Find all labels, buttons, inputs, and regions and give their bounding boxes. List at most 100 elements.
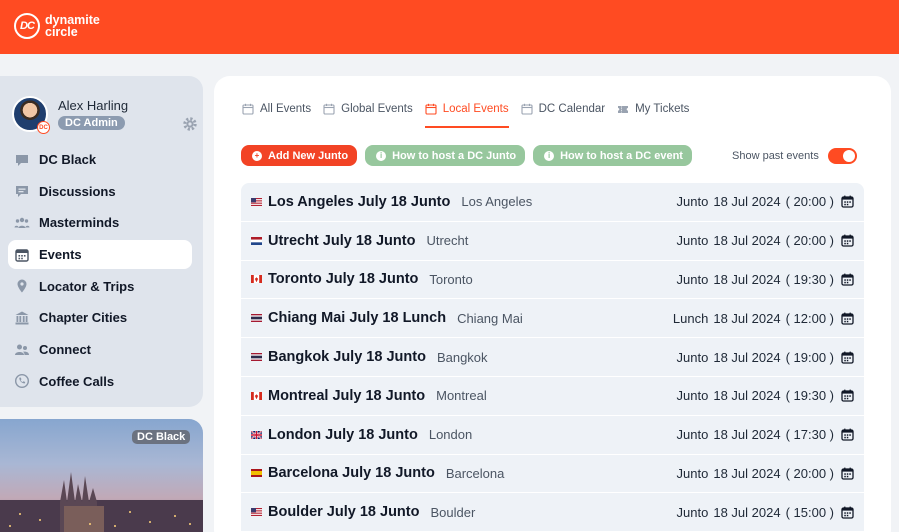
phone-icon [14, 374, 30, 389]
sidebar-item-label: Coffee Calls [39, 373, 115, 389]
event-city: Chiang Mai [457, 310, 523, 326]
event-title[interactable]: Montreal July 18 Junto [268, 388, 425, 404]
event-date: 18 Jul 2024 [713, 194, 781, 210]
logo-text-line2: circle [45, 25, 78, 39]
add-to-calendar-icon[interactable] [841, 234, 854, 247]
add-to-calendar-icon[interactable] [841, 312, 854, 325]
event-row[interactable]: Barcelona July 18 Junto Barcelona Junto 18 … [241, 454, 864, 493]
tab-label: My Tickets [635, 103, 690, 115]
dynamite-circle-logo[interactable]: DC dynamite circle [14, 13, 100, 39]
tab-dc-calendar[interactable]: DC Calendar [521, 94, 605, 128]
event-row[interactable]: Bangkok July 18 Junto Bangkok Junto 18 Jul … [241, 338, 864, 376]
event-row[interactable]: London July 18 Junto London Junto 18 Jul 20… [241, 415, 864, 454]
event-date: 18 Jul 2024 [713, 233, 781, 249]
sidebar-item-dc-black[interactable]: DC Black [8, 145, 192, 174]
sidebar-item-label: Chapter Cities [39, 310, 128, 326]
sidebar-item-label: Masterminds [39, 215, 120, 231]
event-time: ( 19:00 ) [785, 349, 834, 365]
event-city: Toronto [429, 271, 473, 287]
calendar-icon [425, 103, 437, 115]
event-title[interactable]: Bangkok July 18 Junto [268, 349, 426, 365]
dc-black-promo-image[interactable]: DC Black [0, 419, 203, 532]
people-icon [15, 344, 29, 355]
info-icon: i [544, 150, 555, 161]
tab-global-events[interactable]: Global Events [323, 94, 413, 128]
sidebar-item-events[interactable]: Events [8, 240, 192, 270]
tab-all-events[interactable]: All Events [242, 94, 311, 128]
tab-local-events[interactable]: Local Events [424, 94, 509, 128]
flag-nl-icon [251, 236, 262, 245]
sidebar-item-label: DC Black [39, 152, 97, 167]
group-icon [14, 217, 30, 228]
event-title[interactable]: Los Angeles July 18 Junto [268, 194, 450, 210]
add-new-junto-button[interactable]: + Add New Junto [241, 145, 358, 166]
event-row[interactable]: Chiang Mai July 18 Lunch Chiang Mai Lunch 1… [241, 299, 864, 338]
show-past-events-toggle[interactable] [827, 148, 857, 164]
plus-icon: + [252, 150, 262, 161]
event-title[interactable]: Utrecht July 18 Junto [268, 233, 415, 249]
sidebar-item-discussions[interactable]: Discussions [8, 177, 192, 206]
map-pin-icon [17, 279, 27, 293]
add-to-calendar-icon[interactable] [841, 389, 854, 403]
event-date: 18 Jul 2024 [713, 388, 781, 404]
event-type: Junto [676, 427, 709, 443]
tab-label: All Events [260, 103, 312, 115]
flag-ca-icon [251, 275, 262, 284]
sidebar-item-masterminds[interactable]: Masterminds [8, 208, 192, 237]
event-title[interactable]: Barcelona July 18 Junto [268, 465, 435, 481]
button-label: Add New Junto [268, 149, 349, 162]
how-to-host-junto-button[interactable]: i How to host a DC Junto [365, 145, 526, 166]
event-title[interactable]: Chiang Mai July 18 Lunch [268, 310, 446, 326]
event-date: 18 Jul 2024 [713, 504, 781, 520]
sidebar-item-connect[interactable]: Connect [8, 335, 192, 364]
event-title[interactable]: Toronto July 18 Junto [268, 271, 418, 287]
add-to-calendar-icon[interactable] [841, 195, 854, 209]
button-label: How to host a DC Junto [392, 149, 517, 162]
event-type: Junto [676, 194, 709, 210]
event-time: ( 19:30 ) [785, 388, 834, 404]
events-panel: All Events Global Events Local Events DC… [214, 76, 891, 532]
show-past-events-control: Show past events [732, 148, 857, 164]
event-type: Junto [676, 465, 709, 481]
sidebar-item-locator-trips[interactable]: Locator & Trips [8, 272, 192, 301]
flag-gb-icon [251, 430, 262, 439]
event-type: Junto [676, 504, 709, 520]
city-skyline-image [0, 472, 203, 532]
event-date: 18 Jul 2024 [713, 349, 781, 365]
event-time: ( 20:00 ) [785, 233, 834, 249]
flag-es-icon [251, 469, 262, 478]
event-actions: + Add New Junto i How to host a DC Junto… [241, 145, 700, 166]
event-row[interactable]: Toronto July 18 Junto Toronto Junto 18 Jul … [241, 260, 864, 299]
event-type: Junto [676, 271, 709, 287]
calendar-icon [521, 103, 533, 115]
avatar-dc-badge-icon: DC [37, 121, 50, 134]
event-time: ( 20:00 ) [785, 194, 834, 210]
show-past-events-label: Show past events [732, 150, 819, 162]
add-to-calendar-icon[interactable] [841, 428, 854, 441]
building-icon [15, 311, 29, 325]
sidebar-item-coffee-calls[interactable]: Coffee Calls [8, 367, 192, 396]
flag-ca-icon [251, 391, 262, 400]
gear-icon[interactable] [182, 116, 198, 132]
add-to-calendar-icon[interactable] [841, 467, 854, 480]
calendar-icon [323, 103, 335, 115]
event-row[interactable]: Los Angeles July 18 Junto Los Angeles Junt… [241, 183, 864, 221]
tab-label: Local Events [442, 103, 509, 115]
button-label: How to host a DC event [560, 149, 683, 162]
discussion-icon [16, 186, 28, 198]
flag-th-icon [251, 353, 262, 362]
add-to-calendar-icon[interactable] [841, 273, 854, 286]
how-to-host-event-button[interactable]: i How to host a DC event [533, 145, 692, 166]
add-to-calendar-icon[interactable] [841, 506, 854, 519]
sidebar-item-chapter-cities[interactable]: Chapter Cities [8, 303, 192, 332]
event-title[interactable]: Boulder July 18 Junto [268, 504, 419, 520]
event-row[interactable]: Montreal July 18 Junto Montreal Junto 18 Ju… [241, 376, 864, 415]
event-date: 18 Jul 2024 [713, 271, 781, 287]
sidebar-nav: DC Black Discussions Masterminds Events … [8, 145, 192, 399]
event-title[interactable]: London July 18 Junto [268, 427, 418, 443]
event-row[interactable]: Boulder July 18 Junto Boulder Junto 18 Jul … [241, 493, 864, 532]
add-to-calendar-icon[interactable] [841, 351, 854, 364]
event-tabs: All Events Global Events Local Events DC… [242, 94, 701, 128]
event-row[interactable]: Utrecht July 18 Junto Utrecht Junto 18 Jul … [241, 221, 864, 260]
tab-my-tickets[interactable]: My Tickets [617, 94, 689, 128]
